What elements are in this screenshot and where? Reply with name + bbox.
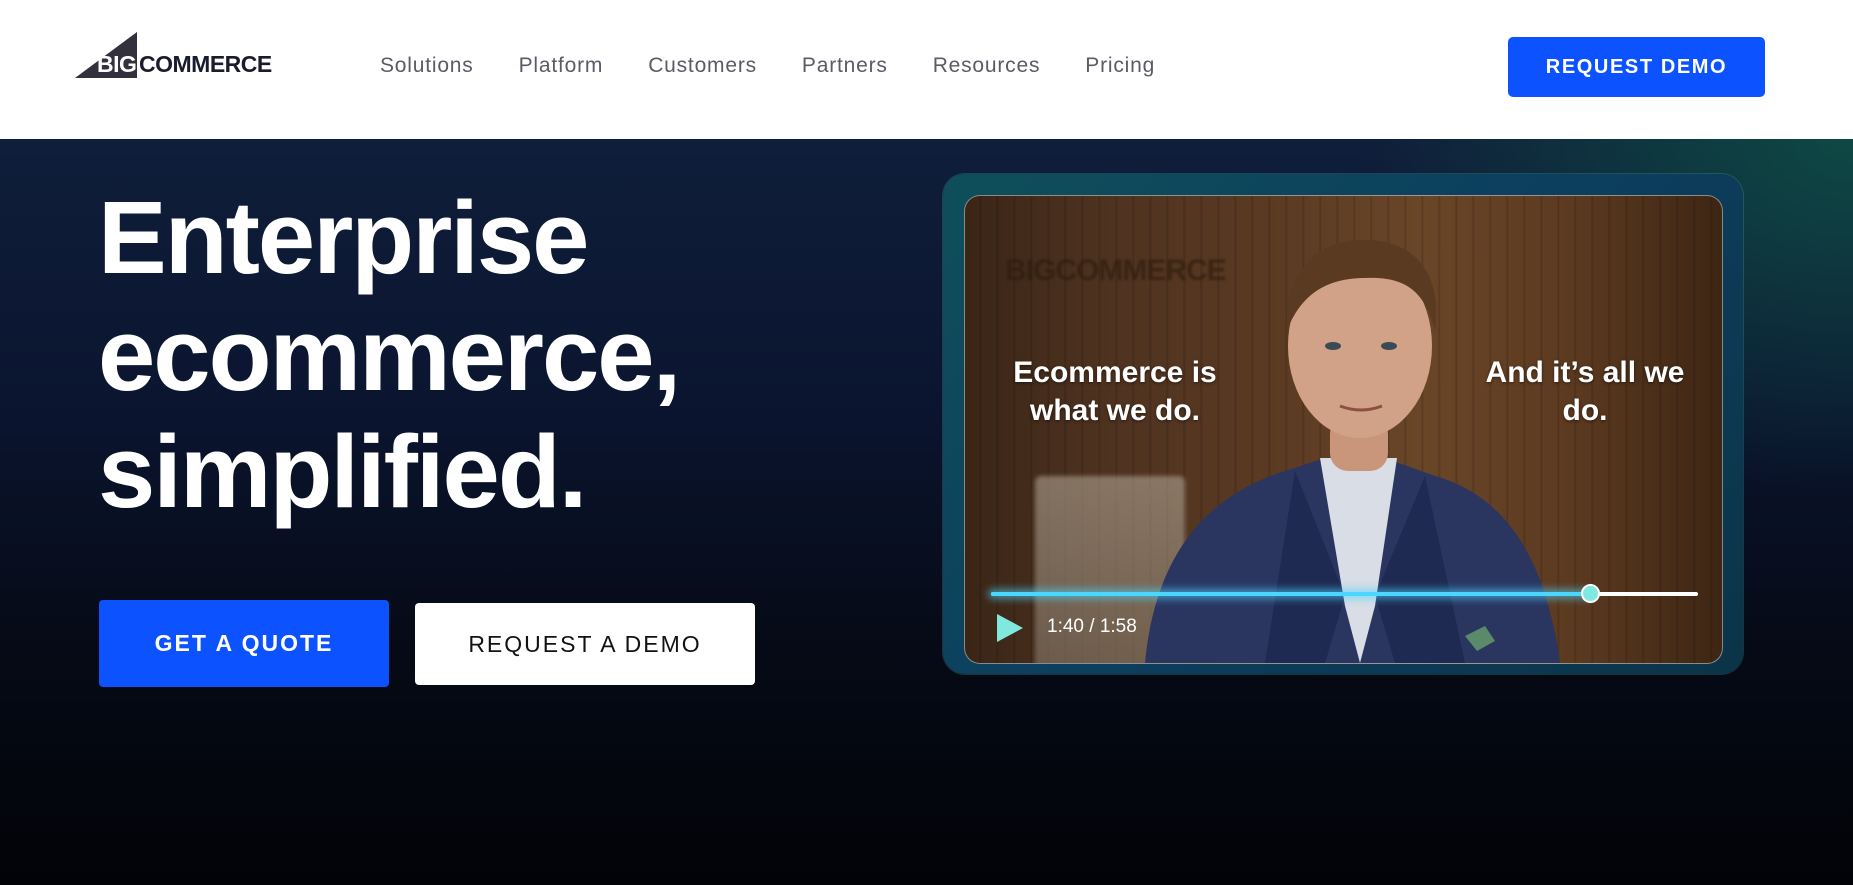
hero-section: Enterprise ecommerce, simplified. GET A … (0, 139, 1853, 885)
caption-left: Ecommerce is what we do. (1013, 356, 1217, 427)
main-nav: Solutions Platform Customers Partners Re… (380, 52, 1200, 80)
hero-title-line: ecommerce, (98, 297, 681, 412)
logo-big-text: BIG (97, 51, 137, 77)
nav-platform[interactable]: Platform (519, 52, 604, 80)
hero-title: Enterprise ecommerce, simplified. (98, 179, 798, 530)
video-player[interactable]: BIGCOMMERCE Ecommerce is what we do. And… (964, 195, 1723, 664)
nav-solutions[interactable]: Solutions (380, 52, 474, 80)
nav-partners[interactable]: Partners (802, 52, 888, 80)
video-progress-bar[interactable] (991, 584, 1698, 603)
hero-title-line: Enterprise (98, 180, 589, 295)
logo-commerce-text: COMMERCE (139, 51, 272, 77)
video-time: 1:40 / 1:58 (1047, 616, 1137, 637)
get-a-quote-button[interactable]: GET A QUOTE (99, 600, 389, 687)
nav-pricing[interactable]: Pricing (1085, 52, 1155, 80)
video-progress-fill (991, 592, 1591, 596)
nav-resources[interactable]: Resources (933, 52, 1041, 80)
request-demo-button[interactable]: REQUEST DEMO (1508, 37, 1765, 97)
play-icon[interactable] (995, 612, 1025, 644)
request-a-demo-button[interactable]: REQUEST A DEMO (415, 603, 755, 685)
caption-right: And it’s all we do. (1485, 356, 1685, 427)
hero-title-line: simplified. (98, 414, 587, 529)
bigcommerce-logo[interactable]: BIG COMMERCE (75, 32, 285, 82)
site-header: BIG COMMERCE Solutions Platform Customer… (0, 0, 1853, 139)
nav-customers[interactable]: Customers (648, 52, 757, 80)
